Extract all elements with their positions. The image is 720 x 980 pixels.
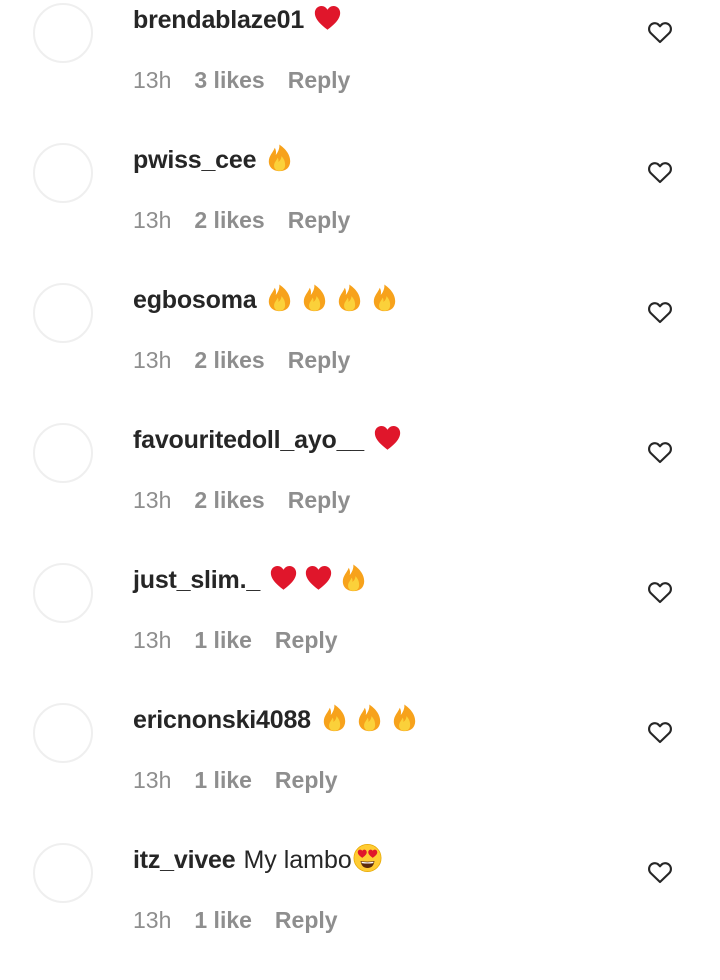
reply-button[interactable]: Reply (275, 902, 338, 938)
comment-time: 13h (133, 907, 172, 933)
reply-button[interactable]: Reply (288, 202, 351, 238)
heart-outline-icon (648, 582, 672, 604)
comment-meta: 13h 2 likes Reply (133, 482, 350, 518)
avatar[interactable] (33, 843, 93, 903)
comment-likes[interactable]: 1 like (194, 762, 252, 798)
comment-username[interactable]: ericnonski4088 (133, 706, 311, 734)
avatar[interactable] (33, 3, 93, 63)
comment-meta: 13h 2 likes Reply (133, 342, 350, 378)
comment-username[interactable]: brendablaze01 (133, 6, 304, 34)
like-button[interactable] (646, 298, 674, 326)
comment-likes[interactable]: 1 like (194, 902, 252, 938)
avatar[interactable] (33, 703, 93, 763)
comment-meta: 13h 2 likes Reply (133, 202, 350, 238)
comment-likes[interactable]: 1 like (194, 622, 252, 658)
like-button[interactable] (646, 158, 674, 186)
red-heart-emoji-icon (312, 3, 343, 33)
emoji-group (372, 423, 407, 453)
emoji-group (264, 143, 299, 173)
comment-meta: 13h 1 like Reply (133, 622, 338, 658)
comment-likes[interactable]: 3 likes (194, 62, 264, 98)
comment-message: My lambo (243, 846, 352, 874)
reply-button[interactable]: Reply (288, 482, 351, 518)
like-button[interactable] (646, 718, 674, 746)
comment-item: egbosoma 13h 2 likes Reply (0, 280, 720, 420)
emoji-group (312, 3, 347, 33)
comment-time: 13h (133, 347, 172, 373)
heart-eyes-emoji-icon (352, 843, 383, 873)
heart-outline-icon (648, 22, 672, 44)
fire-emoji-icon (354, 703, 385, 733)
comment-item: ericnonski4088 13h 1 like Reply (0, 700, 720, 840)
comment-likes[interactable]: 2 likes (194, 202, 264, 238)
comment-item: pwiss_cee 13h 2 likes Reply (0, 140, 720, 280)
fire-emoji-icon (369, 283, 400, 313)
reply-button[interactable]: Reply (288, 62, 351, 98)
avatar[interactable] (33, 143, 93, 203)
comment-time: 13h (133, 767, 172, 793)
red-heart-emoji-icon (268, 563, 299, 593)
red-heart-emoji-icon (303, 563, 334, 593)
heart-outline-icon (648, 162, 672, 184)
comment-list: brendablaze01 13h 3 likes Reply pwiss_cee … (0, 0, 720, 946)
comment-meta: 13h 1 like Reply (133, 902, 338, 938)
comment-username[interactable]: egbosoma (133, 286, 257, 314)
fire-emoji-icon (264, 283, 295, 313)
comment-item: itz_vivee My lambo 13h 1 like Reply (0, 840, 720, 980)
like-button[interactable] (646, 18, 674, 46)
fire-emoji-icon (334, 283, 365, 313)
heart-outline-icon (648, 722, 672, 744)
heart-outline-icon (648, 862, 672, 884)
reply-button[interactable]: Reply (275, 622, 338, 658)
comment-username[interactable]: itz_vivee (133, 846, 236, 874)
comment-time: 13h (133, 67, 172, 93)
comment-text: brendablaze01 (133, 2, 347, 38)
fire-emoji-icon (299, 283, 330, 313)
fire-emoji-icon (338, 563, 369, 593)
comment-text: egbosoma (133, 282, 404, 318)
emoji-group (268, 563, 373, 593)
emoji-group (319, 703, 424, 733)
comment-item: brendablaze01 13h 3 likes Reply (0, 0, 720, 140)
avatar[interactable] (33, 283, 93, 343)
comment-username[interactable]: just_slim._ (133, 566, 260, 594)
emoji-group (264, 283, 404, 313)
like-button[interactable] (646, 578, 674, 606)
comment-text: just_slim._ (133, 562, 373, 598)
comment-username[interactable]: pwiss_cee (133, 146, 256, 174)
fire-emoji-icon (389, 703, 420, 733)
comment-item: favouritedoll_ayo__ 13h 2 likes Reply (0, 420, 720, 560)
reply-button[interactable]: Reply (288, 342, 351, 378)
emoji-group (352, 843, 387, 873)
heart-outline-icon (648, 302, 672, 324)
comment-likes[interactable]: 2 likes (194, 342, 264, 378)
comment-text: pwiss_cee (133, 142, 299, 178)
avatar[interactable] (33, 563, 93, 623)
reply-button[interactable]: Reply (275, 762, 338, 798)
comment-time: 13h (133, 487, 172, 513)
avatar[interactable] (33, 423, 93, 483)
comment-meta: 13h 1 like Reply (133, 762, 338, 798)
red-heart-emoji-icon (372, 423, 403, 453)
comment-item: just_slim._ 13h 1 like Reply (0, 560, 720, 700)
comment-time: 13h (133, 627, 172, 653)
like-button[interactable] (646, 858, 674, 886)
comment-username[interactable]: favouritedoll_ayo__ (133, 426, 364, 454)
fire-emoji-icon (264, 143, 295, 173)
comment-text: favouritedoll_ayo__ (133, 422, 407, 458)
comment-text: itz_vivee My lambo (133, 842, 387, 878)
comment-meta: 13h 3 likes Reply (133, 62, 350, 98)
comment-text: ericnonski4088 (133, 702, 424, 738)
heart-outline-icon (648, 442, 672, 464)
fire-emoji-icon (319, 703, 350, 733)
comment-likes[interactable]: 2 likes (194, 482, 264, 518)
like-button[interactable] (646, 438, 674, 466)
comment-time: 13h (133, 207, 172, 233)
